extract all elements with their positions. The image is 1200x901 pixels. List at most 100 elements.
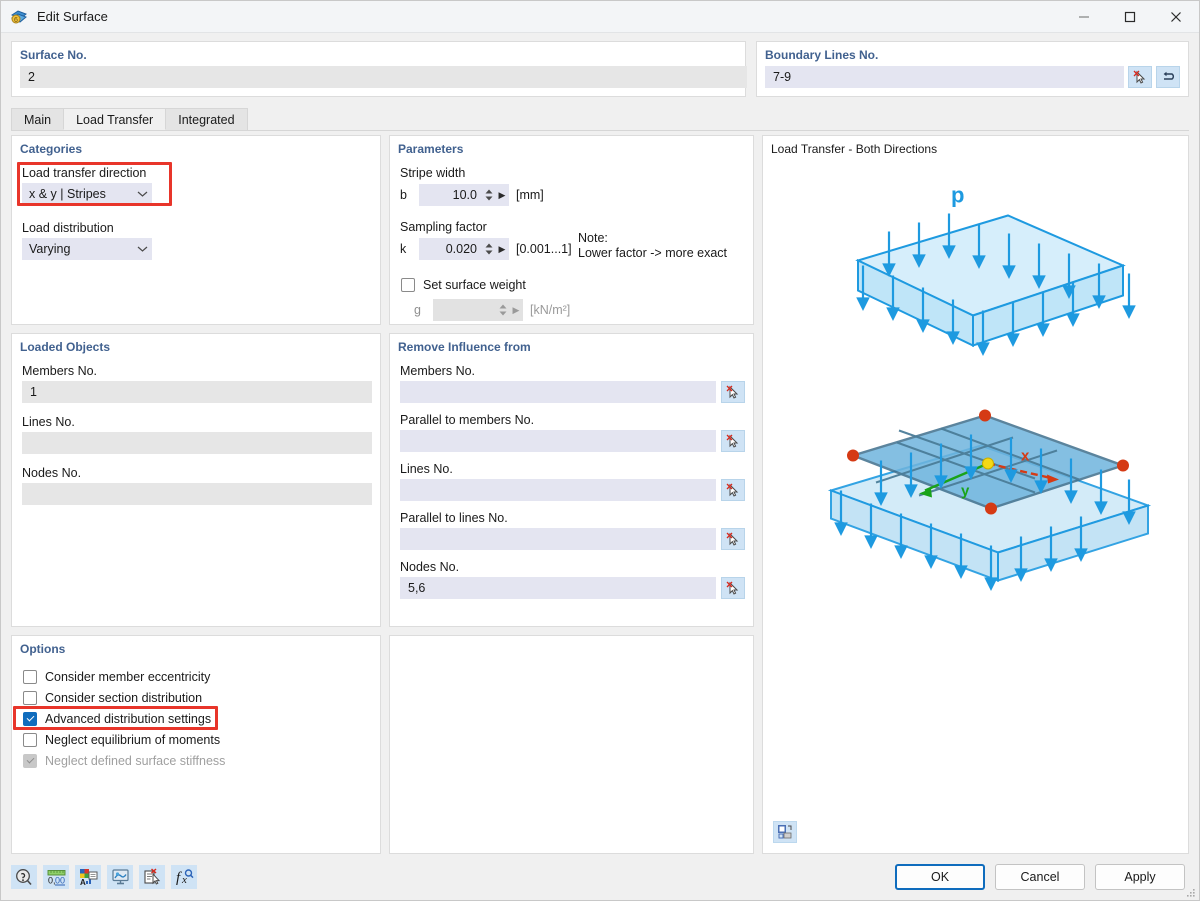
tab-integrated[interactable]: Integrated <box>165 108 248 130</box>
ok-button[interactable]: OK <box>895 864 985 890</box>
pick-cursor-icon[interactable] <box>721 430 745 452</box>
remove-members-label: Members No. <box>400 364 476 378</box>
option-consider-section-distribution[interactable]: Consider section distribution <box>23 687 380 708</box>
expand-arrow-icon[interactable]: ▶ <box>495 244 509 255</box>
units-decimals-icon[interactable]: 0, 00 <box>43 865 69 889</box>
tab-strip: Main Load Transfer Integrated <box>11 107 1189 131</box>
stripe-width-value: 10.0 <box>452 188 477 202</box>
pick-cursor-icon[interactable] <box>721 528 745 550</box>
maximize-button[interactable] <box>1107 1 1153 32</box>
note-title: Note: <box>578 231 608 245</box>
checkbox-icon[interactable] <box>23 711 37 726</box>
svg-text:A: A <box>80 878 86 886</box>
svg-text:6: 6 <box>14 17 18 24</box>
stripe-width-row: b 10.0 ▶ [mm] <box>400 184 753 206</box>
left-column: Categories Load transfer direction x & y… <box>11 135 381 854</box>
minimize-button[interactable] <box>1061 1 1107 32</box>
upper-slab-group: p <box>855 183 1136 356</box>
preview-title: Load Transfer - Both Directions <box>771 142 938 156</box>
parameters-panel: Parameters Stripe width b 10.0 ▶ [mm] Sa… <box>389 135 754 325</box>
stripe-width-unit: [mm] <box>516 188 544 202</box>
sampling-factor-range: [0.001...1] <box>516 242 572 256</box>
surface-weight-symbol: g <box>414 303 421 317</box>
sampling-factor-value: 0.020 <box>445 242 477 256</box>
dialog-footer: 0, 00 A f x OK Cancel Apply <box>1 854 1199 900</box>
option-neglect-defined-surface-stiffness: Neglect defined surface stiffness <box>23 750 380 771</box>
boundary-lines-field[interactable]: 7-9 <box>765 66 1124 88</box>
loaded-members-field[interactable]: 1 <box>22 381 372 403</box>
remove-nodes-field[interactable]: 5,6 <box>400 577 716 599</box>
pick-cursor-icon[interactable] <box>721 577 745 599</box>
tab-load-transfer[interactable]: Load Transfer <box>63 108 167 130</box>
surface-weight-unit: [kN/m²] <box>530 303 571 317</box>
surface-icon: 6 <box>10 8 28 26</box>
checkbox-icon[interactable] <box>23 732 37 747</box>
pick-cursor-icon[interactable] <box>1128 66 1152 88</box>
loaded-lines-field[interactable] <box>22 432 372 454</box>
stripe-width-symbol: b <box>400 188 407 202</box>
option-advanced-distribution-settings[interactable]: Advanced distribution settings <box>13 706 380 730</box>
option-consider-member-eccentricity[interactable]: Consider member eccentricity <box>23 666 380 687</box>
expand-arrow-icon[interactable]: ▶ <box>495 190 509 201</box>
corner-node <box>847 449 859 462</box>
remove-parallel-members-field[interactable] <box>400 430 716 452</box>
surface-no-field[interactable]: 2 <box>20 66 747 88</box>
checkbox-icon[interactable] <box>23 690 37 705</box>
remove-lines-field[interactable] <box>400 479 716 501</box>
remove-lines-label: Lines No. <box>400 462 453 476</box>
tab-main[interactable]: Main <box>11 108 65 130</box>
undo-arrow-icon[interactable] <box>1156 66 1180 88</box>
comment-pick-icon[interactable] <box>139 865 165 889</box>
remove-influence-title: Remove Influence from <box>398 340 531 354</box>
footer-toolbar: 0, 00 A f x <box>11 865 197 889</box>
apply-button[interactable]: Apply <box>1095 864 1185 890</box>
load-distribution-select[interactable]: Varying <box>22 238 152 260</box>
remove-influence-panel: Remove Influence from Members No. Parall… <box>389 333 754 627</box>
remove-nodes-label: Nodes No. <box>400 560 460 574</box>
option-label: Consider member eccentricity <box>45 669 211 684</box>
option-neglect-equilibrium-of-moments[interactable]: Neglect equilibrium of moments <box>23 729 380 750</box>
parameters-title: Parameters <box>398 142 464 156</box>
set-surface-weight-option[interactable]: Set surface weight <box>401 274 753 295</box>
chevron-down-icon <box>132 245 152 253</box>
visualization-icon[interactable] <box>107 865 133 889</box>
options-panel: Options Consider member eccentricity Con… <box>11 635 381 854</box>
spinner-arrows-icon <box>497 304 509 316</box>
stripe-width-stepper[interactable]: 10.0 ▶ <box>419 184 509 206</box>
options-title: Options <box>20 642 66 656</box>
formula-icon[interactable]: f x <box>171 865 197 889</box>
checkbox-icon[interactable] <box>401 277 415 292</box>
close-button[interactable] <box>1153 1 1199 32</box>
insert-picture-icon[interactable] <box>773 821 797 843</box>
svg-text:00: 00 <box>55 875 65 885</box>
loaded-members-label: Members No. <box>22 364 98 378</box>
sampling-factor-stepper[interactable]: 0.020 ▶ <box>419 238 509 260</box>
option-label: Consider section distribution <box>45 690 203 705</box>
load-transfer-direction-select[interactable]: x & y | Stripes <box>22 183 152 205</box>
display-properties-icon[interactable]: A <box>75 865 101 889</box>
option-label: Neglect equilibrium of moments <box>45 732 221 747</box>
resize-grip[interactable] <box>1186 887 1196 897</box>
checkbox-icon[interactable] <box>23 669 37 684</box>
surface-weight-row: g ▶ [kN/m²] <box>414 299 753 321</box>
title-bar: 6 Edit Surface <box>1 1 1199 33</box>
spinner-arrows-icon[interactable] <box>483 243 495 255</box>
pick-cursor-icon[interactable] <box>721 479 745 501</box>
remove-parallel-lines-label: Parallel to lines No. <box>400 511 508 525</box>
sampling-factor-symbol: k <box>400 242 407 256</box>
checkbox-icon <box>23 753 37 768</box>
load-distribution-value: Varying <box>29 242 71 256</box>
corner-node <box>985 502 997 515</box>
window-title: Edit Surface <box>37 9 108 24</box>
remove-members-field[interactable] <box>400 381 716 403</box>
sampling-factor-label: Sampling factor <box>400 220 487 234</box>
load-distribution-label: Load distribution <box>22 221 114 235</box>
remove-parallel-lines-field[interactable] <box>400 528 716 550</box>
lower-slab-group: x y <box>827 409 1152 591</box>
set-surface-weight-label: Set surface weight <box>423 277 526 292</box>
pick-cursor-icon[interactable] <box>721 381 745 403</box>
spinner-arrows-icon[interactable] <box>483 189 495 201</box>
cancel-button[interactable]: Cancel <box>995 864 1085 890</box>
loaded-nodes-field[interactable] <box>22 483 372 505</box>
help-info-icon[interactable] <box>11 865 37 889</box>
